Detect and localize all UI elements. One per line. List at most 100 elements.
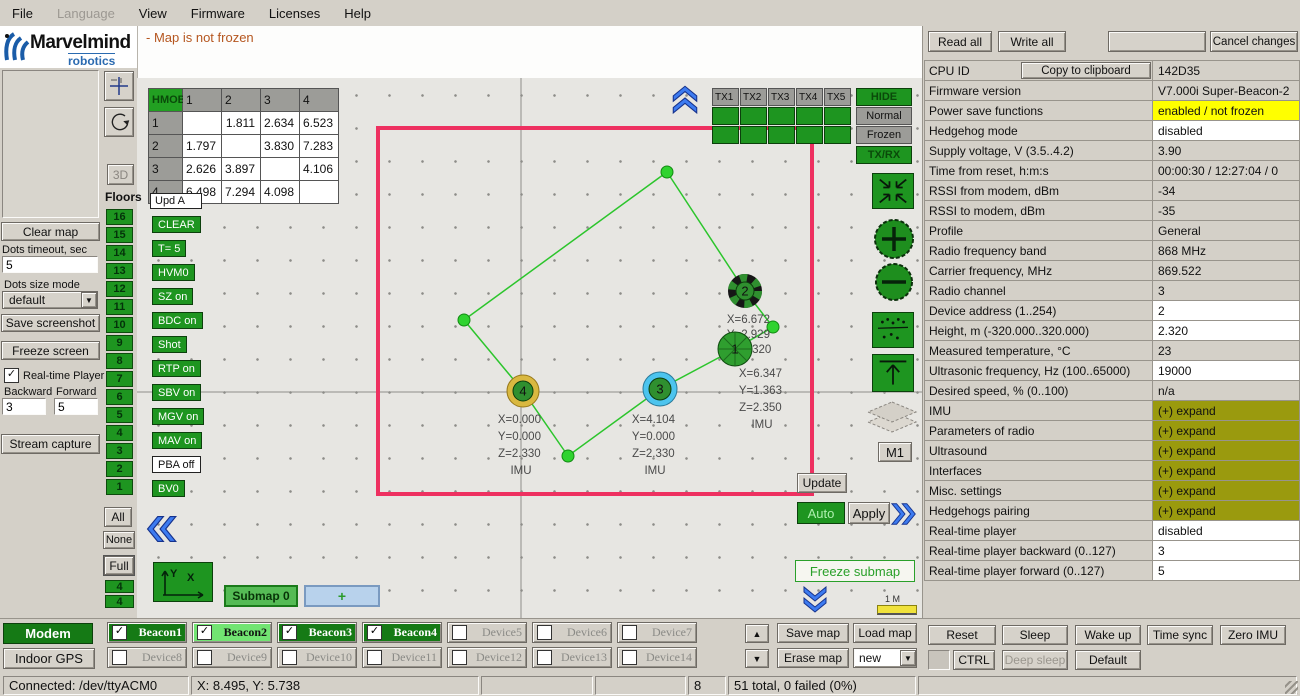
update-button[interactable]: Update [797,473,847,493]
auto-button[interactable]: Auto [797,502,845,524]
3d-view-button[interactable]: 3D [107,164,134,185]
checkbox-icon[interactable] [367,650,382,665]
map-command-button[interactable]: BV0 [152,480,185,497]
property-value[interactable]: General [1153,220,1300,241]
menu-item[interactable]: Help [332,6,383,21]
device-toggle[interactable]: Device7 [617,622,697,643]
map-command-button[interactable]: HVM0 [152,264,195,281]
read-all-button[interactable]: Read all [928,31,992,52]
floor-button[interactable]: 2 [106,461,133,477]
ctrl-button[interactable]: CTRL [953,650,995,670]
property-value[interactable]: -34 [1153,180,1300,201]
tx-cell[interactable] [712,126,739,144]
wake-up-button[interactable]: Wake up [1075,625,1141,645]
property-value[interactable]: 869.522 [1153,260,1300,281]
floor-button[interactable]: 7 [106,371,133,387]
property-value[interactable]: (+) expand [1153,400,1300,421]
vertex-dot[interactable] [562,450,574,462]
blank-button[interactable] [1108,31,1206,52]
checkbox-icon[interactable] [112,650,127,665]
device-toggle[interactable]: Device11 [362,647,442,668]
tx-cell[interactable] [796,126,823,144]
checkbox-icon[interactable] [452,650,467,665]
time-sync-button[interactable]: Time sync [1147,625,1213,645]
realtime-player-checkbox-row[interactable]: Real-time Player [4,368,104,383]
map-command-button[interactable]: T= 5 [152,240,186,257]
backward-input[interactable] [2,398,46,415]
erase-map-button[interactable]: Erase map [777,648,849,668]
move-to-top-button[interactable] [872,354,914,392]
property-value[interactable]: 868 MHz [1153,240,1300,261]
checkbox-icon[interactable] [112,625,127,640]
clear-map-button[interactable]: Clear map [1,222,100,241]
property-value[interactable]: 19000 [1153,360,1300,381]
property-value[interactable]: 23 [1153,340,1300,361]
floor-button[interactable]: 5 [106,407,133,423]
normal-button[interactable]: Normal [856,107,912,125]
floor-button[interactable]: 10 [106,317,133,333]
property-value[interactable]: 3 [1153,540,1300,561]
property-value[interactable]: (+) expand [1153,420,1300,441]
cancel-changes-button[interactable]: Cancel changes [1210,31,1298,52]
load-map-button[interactable]: Load map [853,623,917,643]
floor-button[interactable]: 4 [106,425,133,441]
floor-button[interactable]: 9 [106,335,133,351]
property-value[interactable]: n/a [1153,380,1300,401]
map-command-button[interactable]: SBV on [152,384,201,401]
property-value[interactable]: -35 [1153,200,1300,221]
floor-button[interactable]: 15 [106,227,133,243]
cpu-id-value[interactable]: 142D35 [1153,60,1300,81]
beacon-3[interactable]: 3 [643,372,677,406]
checkbox-icon[interactable] [452,625,467,640]
property-value[interactable]: disabled [1153,120,1300,141]
device-toggle[interactable]: Device13 [532,647,612,668]
stream-capture-button[interactable]: Stream capture [1,434,100,454]
copy-to-clipboard-button[interactable]: Copy to clipboard [1021,62,1151,79]
checkbox-icon[interactable] [622,625,637,640]
floor-button[interactable]: 3 [106,443,133,459]
property-value[interactable]: 00:00:30 / 12:27:04 / 0 [1153,160,1300,181]
floor-extra-button[interactable]: 4 [105,580,134,593]
submap-0-tab[interactable]: Submap 0 [224,585,298,607]
property-value[interactable]: disabled [1153,520,1300,541]
floor-extra-button[interactable]: 4 [105,595,134,608]
tx-cell[interactable] [824,126,851,144]
chevron-right-double-icon[interactable] [891,499,919,529]
property-value[interactable]: (+) expand [1153,440,1300,461]
floor-button[interactable]: 14 [106,245,133,261]
tx-cell[interactable] [768,126,795,144]
menu-item[interactable]: Language [45,6,127,21]
m1-button[interactable]: M1 [878,442,912,462]
beacon-4[interactable]: 4 [507,375,539,407]
floor-button[interactable]: 16 [106,209,133,225]
map-command-button[interactable]: PBA off [152,456,201,473]
property-value[interactable]: 3 [1153,280,1300,301]
property-value[interactable]: 2 [1153,300,1300,321]
chevron-down-double-icon[interactable] [800,586,830,616]
tx-cell[interactable] [796,107,823,125]
map-command-button[interactable]: MAV on [152,432,202,449]
property-value[interactable]: (+) expand [1153,480,1300,501]
property-value[interactable]: (+) expand [1153,500,1300,521]
zero-imu-button[interactable]: Zero IMU [1220,625,1286,645]
floor-button[interactable]: 1 [106,479,133,495]
dots-timeout-input[interactable] [2,256,98,273]
floor-button[interactable]: 11 [106,299,133,315]
vertex-dot[interactable] [458,314,470,326]
add-submap-button[interactable]: + [304,585,380,607]
floor-button[interactable]: 13 [106,263,133,279]
resize-grip-icon[interactable] [1285,681,1298,694]
freeze-submap-button[interactable]: Freeze submap [795,560,915,582]
floor-button[interactable]: 8 [106,353,133,369]
device-toggle[interactable]: Beacon2 [192,622,272,643]
beacon-2[interactable]: 2 [732,278,758,304]
property-value[interactable]: V7.000i Super-Beacon-2 [1153,80,1300,101]
write-all-button[interactable]: Write all [998,31,1066,52]
map-command-button[interactable]: RTP on [152,360,201,377]
floor-button[interactable]: 6 [106,389,133,405]
forward-input[interactable] [54,398,98,415]
floors-full-button[interactable]: Full [104,556,134,575]
menu-item[interactable]: File [0,6,45,21]
map-select[interactable]: new ▼ [853,648,917,668]
selection-rectangle[interactable] [378,128,812,494]
